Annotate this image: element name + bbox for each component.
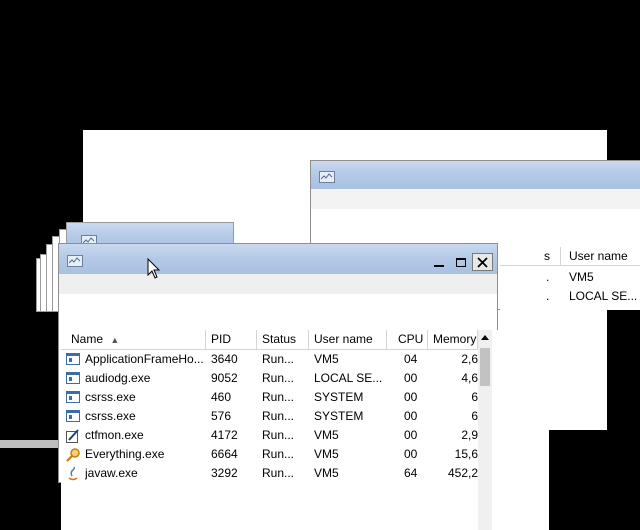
- cell-cpu: 00: [404, 447, 418, 461]
- minimize-icon: [434, 265, 444, 267]
- cell-pid: 3292: [211, 466, 238, 480]
- column-header-user-name[interactable]: User name: [563, 247, 640, 265]
- maximize-icon: [456, 257, 466, 267]
- table-row[interactable]: csrss.exe 576 Run... SYSTEM 00 6: [61, 407, 541, 426]
- cell-pid: 6664: [211, 447, 238, 461]
- cell-user: VM5: [314, 466, 339, 480]
- cell-status: Run...: [262, 466, 295, 480]
- cell-user: VM5: [314, 447, 339, 461]
- cell-cpu: 00: [404, 390, 418, 404]
- cell-status: Run...: [262, 352, 295, 366]
- cell-memory: 6: [471, 409, 478, 423]
- scroll-up-arrow-icon[interactable]: [481, 335, 489, 340]
- cell-status: Run...: [262, 390, 295, 404]
- cell-status: Run...: [262, 428, 295, 442]
- cell-user: SYSTEM: [314, 409, 364, 423]
- minimize-button[interactable]: [429, 254, 449, 270]
- vertical-scrollbar[interactable]: [478, 330, 492, 530]
- cell-cpu: 64: [404, 466, 418, 480]
- bg-row-user: LOCAL SE...: [569, 289, 638, 303]
- column-header-partial[interactable]: s: [538, 247, 561, 265]
- cell-user: VM5: [314, 428, 339, 442]
- process-window[interactable]: Name ▲ PID Status User name CPU Memory A…: [58, 243, 549, 530]
- cell-cpu: 00: [404, 409, 418, 423]
- column-header-status[interactable]: Status: [257, 330, 309, 350]
- bg-row-col: .: [546, 289, 550, 303]
- close-icon: [477, 256, 488, 268]
- cell-memory: 452,2: [447, 466, 478, 480]
- cell-user: LOCAL SE...: [314, 371, 383, 385]
- cell-status: Run...: [262, 371, 295, 385]
- magnifier-icon: [66, 448, 80, 462]
- background-window-titlebar[interactable]: [311, 161, 640, 189]
- cell-name: csrss.exe: [85, 390, 136, 404]
- table-row[interactable]: ApplicationFrameHo... 3640 Run... VM5 04 2,6: [61, 350, 541, 369]
- window-icon: [66, 372, 80, 384]
- header-divider: [500, 265, 640, 266]
- process-window-titlebar[interactable]: [59, 244, 497, 274]
- cell-cpu: 04: [404, 352, 418, 366]
- column-header-pid[interactable]: PID: [206, 330, 257, 350]
- app-icon: [67, 255, 83, 267]
- cell-memory: 15,6: [454, 447, 478, 461]
- background-window-menubar: [311, 189, 640, 209]
- cell-user: SYSTEM: [314, 390, 364, 404]
- column-header-cpu[interactable]: CPU: [387, 330, 428, 350]
- window-icon: [66, 391, 80, 403]
- cell-name: Everything.exe: [85, 447, 165, 461]
- process-window-menubar: [59, 274, 497, 294]
- column-header-memory[interactable]: Memory: [428, 330, 478, 350]
- cell-user: VM5: [314, 352, 339, 366]
- window-icon: [66, 410, 80, 422]
- mouse-cursor-icon: [147, 258, 161, 279]
- cell-name: ctfmon.exe: [85, 428, 144, 442]
- cell-cpu: 00: [404, 371, 418, 385]
- sort-ascending-icon: ▲: [110, 335, 120, 345]
- cell-name: ApplicationFrameHo...: [85, 352, 204, 366]
- table-row[interactable]: ctfmon.exe 4172 Run... VM5 00 2,9: [61, 426, 541, 445]
- column-header-label: Name: [71, 332, 104, 346]
- table-row[interactable]: Everything.exe 6664 Run... VM5 00 15,6: [61, 445, 541, 464]
- java-icon: [66, 466, 80, 481]
- cell-pid: 460: [211, 390, 232, 404]
- process-table: Name ▲ PID Status User name CPU Memory A…: [61, 330, 549, 530]
- cell-cpu: 00: [404, 428, 418, 442]
- cell-name: audiodg.exe: [85, 371, 151, 385]
- cell-memory: 6: [471, 390, 478, 404]
- maximize-button[interactable]: [451, 254, 471, 270]
- cell-pid: 9052: [211, 371, 238, 385]
- cell-memory: 2,9: [461, 428, 478, 442]
- cell-name: csrss.exe: [85, 409, 136, 423]
- cell-memory: 2,6: [461, 352, 478, 366]
- cell-name: javaw.exe: [85, 466, 138, 480]
- bg-row-col: .: [546, 270, 550, 284]
- app-icon: [319, 171, 335, 183]
- window-icon: [66, 353, 80, 365]
- cell-pid: 576: [211, 409, 232, 423]
- table-row[interactable]: audiodg.exe 9052 Run... LOCAL SE... 00 4,6: [61, 369, 541, 388]
- table-row[interactable]: javaw.exe 3292 Run... VM5 64 452,2: [61, 464, 541, 483]
- column-header-user-name[interactable]: User name: [309, 330, 387, 350]
- table-row[interactable]: csrss.exe 460 Run... SYSTEM 00 6: [61, 388, 541, 407]
- cell-memory: 4,6: [461, 371, 478, 385]
- cell-status: Run...: [262, 409, 295, 423]
- pen-icon: [66, 429, 80, 443]
- bg-row-user: VM5: [569, 270, 594, 284]
- cell-pid: 3640: [211, 352, 238, 366]
- cell-pid: 4172: [211, 428, 238, 442]
- column-header-name[interactable]: Name ▲: [61, 330, 206, 350]
- scrollbar-thumb[interactable]: [480, 348, 490, 386]
- close-button[interactable]: [472, 253, 493, 271]
- cell-status: Run...: [262, 447, 295, 461]
